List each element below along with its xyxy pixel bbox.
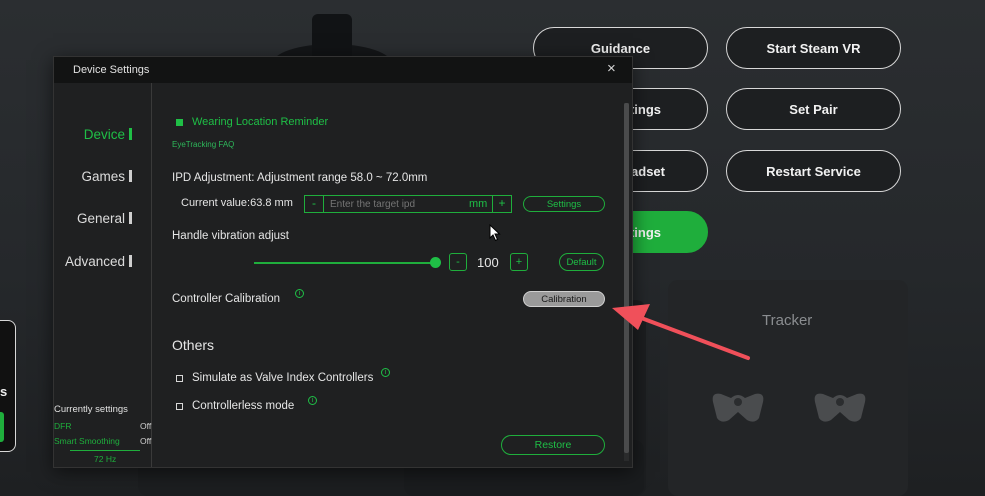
vibration-decrease-button[interactable]: - (449, 253, 467, 271)
content-scrollbar-thumb[interactable] (624, 103, 629, 453)
current-settings-divider (70, 450, 140, 451)
ipd-unit-label: mm (469, 198, 488, 210)
eyetracking-faq-link[interactable]: EyeTracking FAQ (172, 140, 234, 149)
current-setting-name: Smart Smoothing (54, 436, 120, 446)
annotation-arrow-icon (612, 304, 750, 360)
ipd-target-input[interactable] (324, 196, 486, 212)
sidebar-item-advanced[interactable]: Advanced (65, 254, 132, 269)
controllerless-info-icon[interactable]: i (308, 396, 317, 405)
sidebar-item-label: Device (83, 127, 125, 142)
calibration-info-icon[interactable]: i (295, 289, 304, 298)
sidebar-item-label: Games (81, 169, 125, 184)
current-refresh-rate: 72 Hz (94, 454, 117, 464)
dialog-titlebar: Device Settings × (54, 57, 632, 83)
tracker-icon (712, 393, 764, 422)
background-left-card-text: s (0, 384, 8, 399)
info-glyph: i (311, 397, 314, 404)
vibration-slider-track[interactable] (254, 262, 434, 264)
tracker-label: Tracker (762, 312, 813, 329)
sidebar-item-general[interactable]: General (77, 211, 132, 226)
start-steam-vr-button[interactable]: Start Steam VR (726, 27, 901, 69)
sidebar-item-label: General (76, 211, 125, 226)
sidebar-item-games[interactable]: Games (81, 169, 132, 184)
controllerless-label[interactable]: Controllerless mode (192, 400, 294, 412)
ipd-settings-button[interactable]: Settings (523, 196, 605, 212)
item-indicator (129, 212, 132, 224)
ipd-increase-button[interactable]: + (492, 196, 511, 212)
vibration-default-button[interactable]: Default (559, 253, 604, 271)
ipd-current-value: Current value:63.8 mm (181, 197, 293, 209)
controllerless-checkbox[interactable] (176, 403, 183, 410)
simulate-index-info-icon[interactable]: i (381, 368, 390, 377)
dialog-title: Device Settings (73, 64, 150, 76)
ipd-decrease-button[interactable]: - (305, 196, 324, 212)
current-setting-value: Off (140, 436, 152, 446)
device-settings-dialog: Device Settings × Device Games General A… (53, 56, 633, 468)
ipd-input-group: - mm + (304, 195, 512, 213)
vibration-label: Handle vibration adjust (172, 230, 289, 242)
restart-service-button[interactable]: Restart Service (726, 150, 901, 192)
vibration-value: 100 (477, 255, 499, 270)
mouse-cursor-icon (489, 224, 501, 242)
sidebar-item-device[interactable]: Device (84, 127, 132, 142)
current-setting-value: Off (140, 421, 152, 431)
controller-calibration-label: Controller Calibration (172, 293, 281, 305)
active-indicator (129, 128, 132, 140)
item-indicator (129, 255, 132, 267)
wearing-reminder-label[interactable]: Wearing Location Reminder (192, 116, 328, 128)
info-glyph: i (384, 369, 387, 376)
ipd-heading: IPD Adjustment: Adjustment range 58.0 ~ … (172, 172, 428, 184)
simulate-index-checkbox[interactable] (176, 375, 183, 382)
vibration-increase-button[interactable]: + (510, 253, 528, 271)
wearing-reminder-checkbox[interactable] (176, 119, 183, 126)
calibration-button[interactable]: Calibration (523, 291, 605, 307)
background-left-card-button[interactable] (0, 412, 4, 442)
settings-sidebar: Device Games General Advanced Currently … (54, 83, 152, 467)
current-setting-name: DFR (54, 421, 72, 431)
item-indicator (129, 170, 132, 182)
sidebar-item-label: Advanced (64, 254, 125, 269)
close-icon[interactable]: × (607, 60, 616, 77)
restore-button[interactable]: Restore (501, 435, 605, 455)
tracker-icon (814, 393, 866, 422)
current-settings-title: Currently settings (54, 404, 128, 415)
simulate-index-label[interactable]: Simulate as Valve Index Controllers (192, 372, 373, 384)
vibration-slider-knob[interactable] (430, 257, 441, 268)
set-pair-button[interactable]: Set Pair (726, 88, 901, 130)
others-heading: Others (172, 337, 215, 353)
